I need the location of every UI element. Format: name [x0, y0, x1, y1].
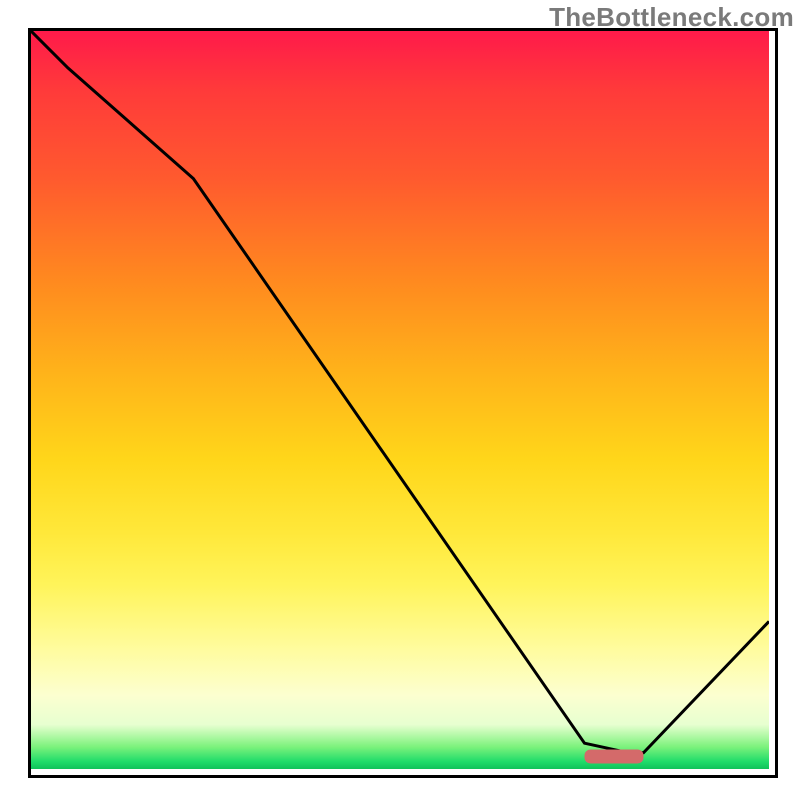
chart-canvas: TheBottleneck.com: [0, 0, 800, 800]
bottleneck-curve: [31, 31, 769, 753]
chart-plot: [31, 31, 769, 769]
optimal-marker: [585, 750, 644, 764]
watermark-text: TheBottleneck.com: [549, 2, 794, 33]
